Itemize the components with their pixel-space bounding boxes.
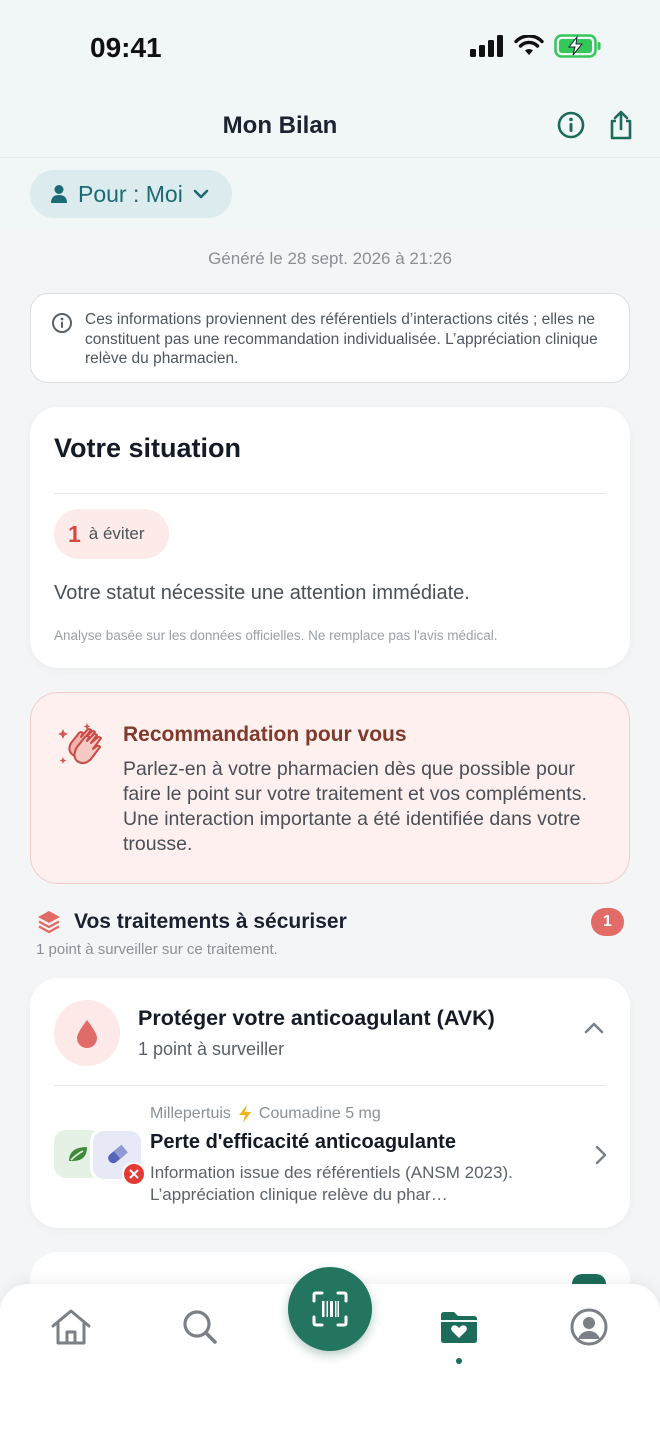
battery-charging-icon xyxy=(554,34,601,58)
chevron-down-icon xyxy=(193,189,209,199)
treatment-icon-circle xyxy=(54,1000,120,1066)
treatment-divider xyxy=(54,1085,606,1086)
treatment-card: Protéger votre anticoagulant (AVK) 1 poi… xyxy=(30,978,630,1228)
info-outline-icon xyxy=(52,313,72,333)
lightning-icon xyxy=(238,1105,251,1123)
product-a-name: Millepertuis xyxy=(150,1105,231,1122)
treatments-section-subtitle: 1 point à surveiller sur ce traitement. xyxy=(36,941,278,958)
treatment-title[interactable]: Protéger votre anticoagulant (AVK) xyxy=(138,1006,495,1031)
share-icon xyxy=(610,110,632,140)
status-time: 09:41 xyxy=(90,32,162,63)
blood-drop-icon xyxy=(77,1020,97,1048)
tab-profile[interactable] xyxy=(564,1302,614,1352)
leaf-icon xyxy=(69,1147,87,1161)
treatments-count-badge: 1 xyxy=(591,908,624,936)
active-tab-indicator xyxy=(456,1358,462,1364)
treatment-subtitle: 1 point à surveiller xyxy=(138,1039,285,1059)
recommendation-text: Parlez-en à votre pharmacien dès que pos… xyxy=(123,758,587,855)
top-header-area: 09:41 Mon Bilan Pour: Moi xyxy=(0,0,660,230)
tab-health-folder[interactable] xyxy=(434,1302,484,1352)
scan-button[interactable] xyxy=(288,1267,372,1351)
chevron-right-icon[interactable] xyxy=(594,1144,608,1166)
barcode-scan-icon xyxy=(312,1291,348,1327)
home-icon xyxy=(51,1309,91,1345)
situation-card: Votre situation 1 à éviter Votre statut … xyxy=(30,407,630,668)
page-title: Mon Bilan xyxy=(222,112,338,139)
status-icons xyxy=(470,34,602,58)
info-button[interactable] xyxy=(554,108,588,142)
chevron-up-icon[interactable] xyxy=(582,1020,606,1036)
header-divider xyxy=(0,157,660,158)
bottom-tab-bar xyxy=(0,1267,660,1434)
disclaimer-notice: Ces informations proviennent des référen… xyxy=(30,293,630,383)
avoid-count: 1 xyxy=(68,520,81,547)
interaction-products: Millepertuis Coumadine 5 mg xyxy=(150,1104,381,1124)
recommendation-title: Recommandation pour vous xyxy=(123,723,407,746)
signal-icon xyxy=(470,35,503,57)
profile-icon xyxy=(570,1308,608,1346)
treatments-section-title: Vos traitements à sécuriser xyxy=(74,910,347,933)
situation-status-text: Votre statut nécessite une attention imm… xyxy=(54,582,470,604)
clapping-hands-icon xyxy=(58,723,102,765)
product-b-name: Coumadine 5 mg xyxy=(258,1105,381,1122)
profile-selector-label: Pour : Moi xyxy=(78,180,183,207)
recommendation-card: Recommandation pour vous Parlez-en à vot… xyxy=(30,692,630,884)
person-icon xyxy=(51,185,67,203)
avoid-label: à éviter xyxy=(88,524,145,543)
situation-footnote: Analyse basée sur les données officielle… xyxy=(54,628,498,643)
search-icon xyxy=(183,1310,217,1344)
interaction-product-pair xyxy=(50,1126,146,1186)
situation-divider xyxy=(54,493,606,494)
treatments-section-header: Vos traitements à sécuriser xyxy=(36,909,347,935)
tab-home[interactable] xyxy=(46,1302,96,1352)
situation-title: Votre situation xyxy=(54,433,242,463)
health-folder-icon xyxy=(441,1312,477,1343)
layers-icon xyxy=(38,911,60,934)
avoid-badge: 1 à éviter xyxy=(54,509,169,559)
interaction-title[interactable]: Perte d'efficacité anticoagulante xyxy=(150,1131,456,1154)
disclaimer-text: Ces informations proviennent des référen… xyxy=(85,311,598,367)
share-button[interactable] xyxy=(604,108,638,142)
profile-selector[interactable]: Pour : Moi xyxy=(30,170,232,218)
generated-date: Généré le 28 sept. 2026 à 21:26 xyxy=(208,249,452,268)
info-icon xyxy=(557,111,585,139)
interaction-description: Information issue des référentiels (ANSM… xyxy=(150,1163,513,1204)
tab-search[interactable] xyxy=(175,1302,225,1352)
wifi-icon xyxy=(514,35,544,55)
incompatible-x-icon xyxy=(122,1162,146,1186)
